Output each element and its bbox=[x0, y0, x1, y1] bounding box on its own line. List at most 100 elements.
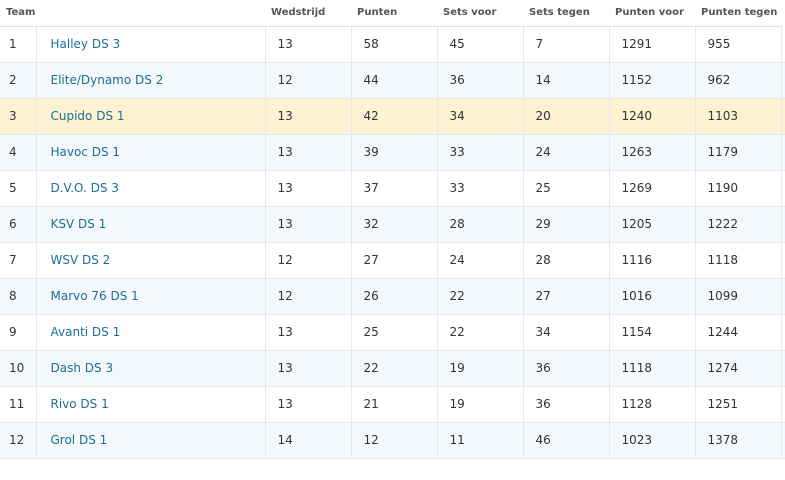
cell-punten-voor: 1118 bbox=[609, 350, 696, 387]
cell-rank: 1 bbox=[0, 26, 37, 63]
cell-overflow bbox=[781, 98, 785, 135]
cell-punten: 12 bbox=[351, 422, 438, 459]
cell-sets-voor: 33 bbox=[437, 134, 524, 171]
cell-punten-voor: 1263 bbox=[609, 134, 696, 171]
table-row: 7 WSV DS 2 12 27 24 28 1116 1118 bbox=[0, 242, 785, 279]
cell-punten-tegen: 1118 bbox=[695, 242, 782, 279]
team-link[interactable]: Havoc DS 1 bbox=[51, 145, 121, 159]
cell-punten: 22 bbox=[351, 350, 438, 387]
cell-rank: 8 bbox=[0, 278, 37, 315]
cell-wedstrijd: 12 bbox=[265, 62, 352, 99]
cell-rank: 10 bbox=[0, 350, 37, 387]
cell-overflow bbox=[781, 62, 785, 99]
cell-wedstrijd: 13 bbox=[265, 314, 352, 351]
header-punten-voor: Punten voor bbox=[609, 0, 696, 27]
cell-sets-voor: 22 bbox=[437, 314, 524, 351]
header-punten: Punten bbox=[351, 0, 438, 27]
cell-punten-tegen: 955 bbox=[695, 26, 782, 63]
team-link[interactable]: WSV DS 2 bbox=[51, 253, 111, 267]
team-link[interactable]: KSV DS 1 bbox=[51, 217, 107, 231]
cell-punten-tegen: 1274 bbox=[695, 350, 782, 387]
cell-sets-tegen: 27 bbox=[523, 278, 610, 315]
cell-sets-tegen: 14 bbox=[523, 62, 610, 99]
header-team: Team bbox=[0, 0, 266, 27]
cell-rank: 4 bbox=[0, 134, 37, 171]
team-link[interactable]: Marvo 76 DS 1 bbox=[51, 289, 139, 303]
cell-sets-voor: 19 bbox=[437, 386, 524, 423]
cell-rank: 3 bbox=[0, 98, 37, 135]
cell-rank: 9 bbox=[0, 314, 37, 351]
cell-sets-tegen: 36 bbox=[523, 386, 610, 423]
cell-punten-voor: 1116 bbox=[609, 242, 696, 279]
standings-header: Team Wedstrijd Punten Sets voor Sets teg… bbox=[0, 0, 785, 27]
cell-rank: 11 bbox=[0, 386, 37, 423]
cell-punten-voor: 1023 bbox=[609, 422, 696, 459]
cell-punten-tegen: 1222 bbox=[695, 206, 782, 243]
cell-punten-voor: 1016 bbox=[609, 278, 696, 315]
cell-punten-voor: 1205 bbox=[609, 206, 696, 243]
cell-sets-voor: 24 bbox=[437, 242, 524, 279]
team-link[interactable]: Avanti DS 1 bbox=[51, 325, 121, 339]
cell-punten: 32 bbox=[351, 206, 438, 243]
cell-rank: 7 bbox=[0, 242, 37, 279]
cell-sets-tegen: 46 bbox=[523, 422, 610, 459]
cell-overflow bbox=[781, 134, 785, 171]
header-punten-tegen: Punten tegen bbox=[695, 0, 782, 27]
team-link[interactable]: Rivo DS 1 bbox=[51, 397, 109, 411]
cell-sets-voor: 19 bbox=[437, 350, 524, 387]
cell-wedstrijd: 13 bbox=[265, 170, 352, 207]
cell-punten-voor: 1291 bbox=[609, 26, 696, 63]
cell-wedstrijd: 12 bbox=[265, 278, 352, 315]
cell-wedstrijd: 13 bbox=[265, 26, 352, 63]
cell-sets-tegen: 7 bbox=[523, 26, 610, 63]
team-link[interactable]: Elite/Dynamo DS 2 bbox=[51, 73, 164, 87]
cell-punten-tegen: 1251 bbox=[695, 386, 782, 423]
cell-sets-voor: 45 bbox=[437, 26, 524, 63]
cell-team: KSV DS 1 bbox=[36, 206, 266, 243]
team-link[interactable]: Halley DS 3 bbox=[51, 37, 121, 51]
cell-punten: 37 bbox=[351, 170, 438, 207]
cell-sets-tegen: 28 bbox=[523, 242, 610, 279]
cell-overflow bbox=[781, 314, 785, 351]
cell-team: D.V.O. DS 3 bbox=[36, 170, 266, 207]
header-wedstrijd: Wedstrijd bbox=[265, 0, 352, 27]
cell-punten-tegen: 962 bbox=[695, 62, 782, 99]
cell-punten-tegen: 1190 bbox=[695, 170, 782, 207]
table-row: 12 Grol DS 1 14 12 11 46 1023 1378 bbox=[0, 422, 785, 459]
cell-sets-voor: 33 bbox=[437, 170, 524, 207]
cell-punten-voor: 1240 bbox=[609, 98, 696, 135]
cell-wedstrijd: 13 bbox=[265, 206, 352, 243]
cell-punten-tegen: 1179 bbox=[695, 134, 782, 171]
cell-rank: 12 bbox=[0, 422, 37, 459]
cell-overflow bbox=[781, 170, 785, 207]
team-link[interactable]: Cupido DS 1 bbox=[51, 109, 125, 123]
cell-punten: 26 bbox=[351, 278, 438, 315]
table-row: 2 Elite/Dynamo DS 2 12 44 36 14 1152 962 bbox=[0, 62, 785, 99]
table-row: 4 Havoc DS 1 13 39 33 24 1263 1179 bbox=[0, 134, 785, 171]
cell-punten: 42 bbox=[351, 98, 438, 135]
team-link[interactable]: Grol DS 1 bbox=[51, 433, 108, 447]
team-link[interactable]: D.V.O. DS 3 bbox=[51, 181, 119, 195]
cell-team: Grol DS 1 bbox=[36, 422, 266, 459]
table-row-highlighted: 3 Cupido DS 1 13 42 34 20 1240 1103 bbox=[0, 98, 785, 135]
cell-overflow bbox=[781, 206, 785, 243]
cell-punten-voor: 1269 bbox=[609, 170, 696, 207]
cell-overflow bbox=[781, 242, 785, 279]
cell-sets-voor: 34 bbox=[437, 98, 524, 135]
cell-wedstrijd: 13 bbox=[265, 350, 352, 387]
cell-team: Dash DS 3 bbox=[36, 350, 266, 387]
cell-punten-tegen: 1099 bbox=[695, 278, 782, 315]
cell-rank: 2 bbox=[0, 62, 37, 99]
header-sets-voor: Sets voor bbox=[437, 0, 524, 27]
cell-rank: 6 bbox=[0, 206, 37, 243]
cell-punten: 39 bbox=[351, 134, 438, 171]
cell-sets-tegen: 36 bbox=[523, 350, 610, 387]
cell-punten: 58 bbox=[351, 26, 438, 63]
standings-table: Team Wedstrijd Punten Sets voor Sets teg… bbox=[0, 0, 785, 459]
cell-punten-voor: 1154 bbox=[609, 314, 696, 351]
cell-team: Rivo DS 1 bbox=[36, 386, 266, 423]
cell-wedstrijd: 13 bbox=[265, 98, 352, 135]
cell-punten-tegen: 1244 bbox=[695, 314, 782, 351]
table-row: 5 D.V.O. DS 3 13 37 33 25 1269 1190 bbox=[0, 170, 785, 207]
team-link[interactable]: Dash DS 3 bbox=[51, 361, 114, 375]
